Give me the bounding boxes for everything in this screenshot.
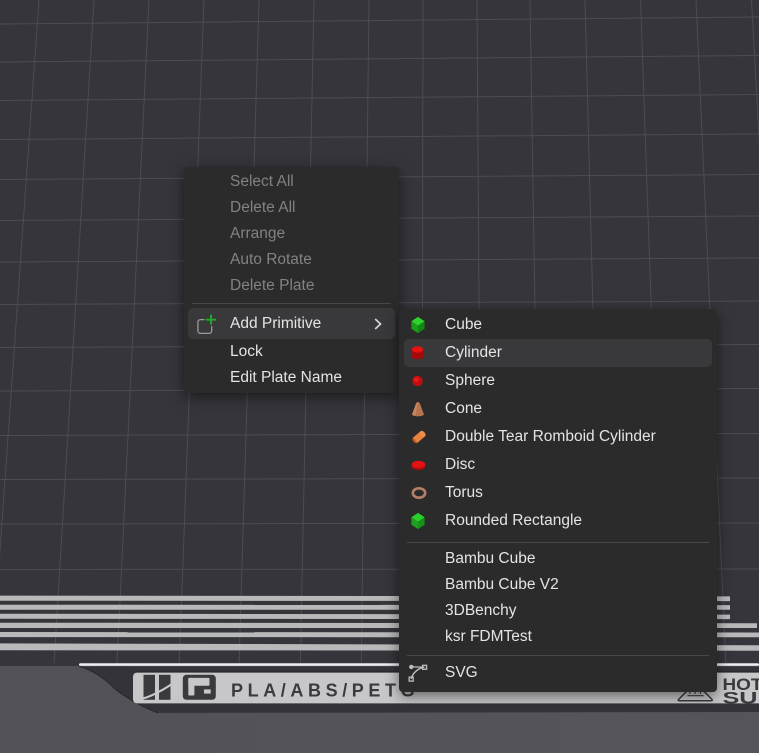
svg-text:PLA/ABS/PETG: PLA/ABS/PETG: [231, 681, 419, 701]
svg-text:SU: SU: [723, 690, 758, 708]
